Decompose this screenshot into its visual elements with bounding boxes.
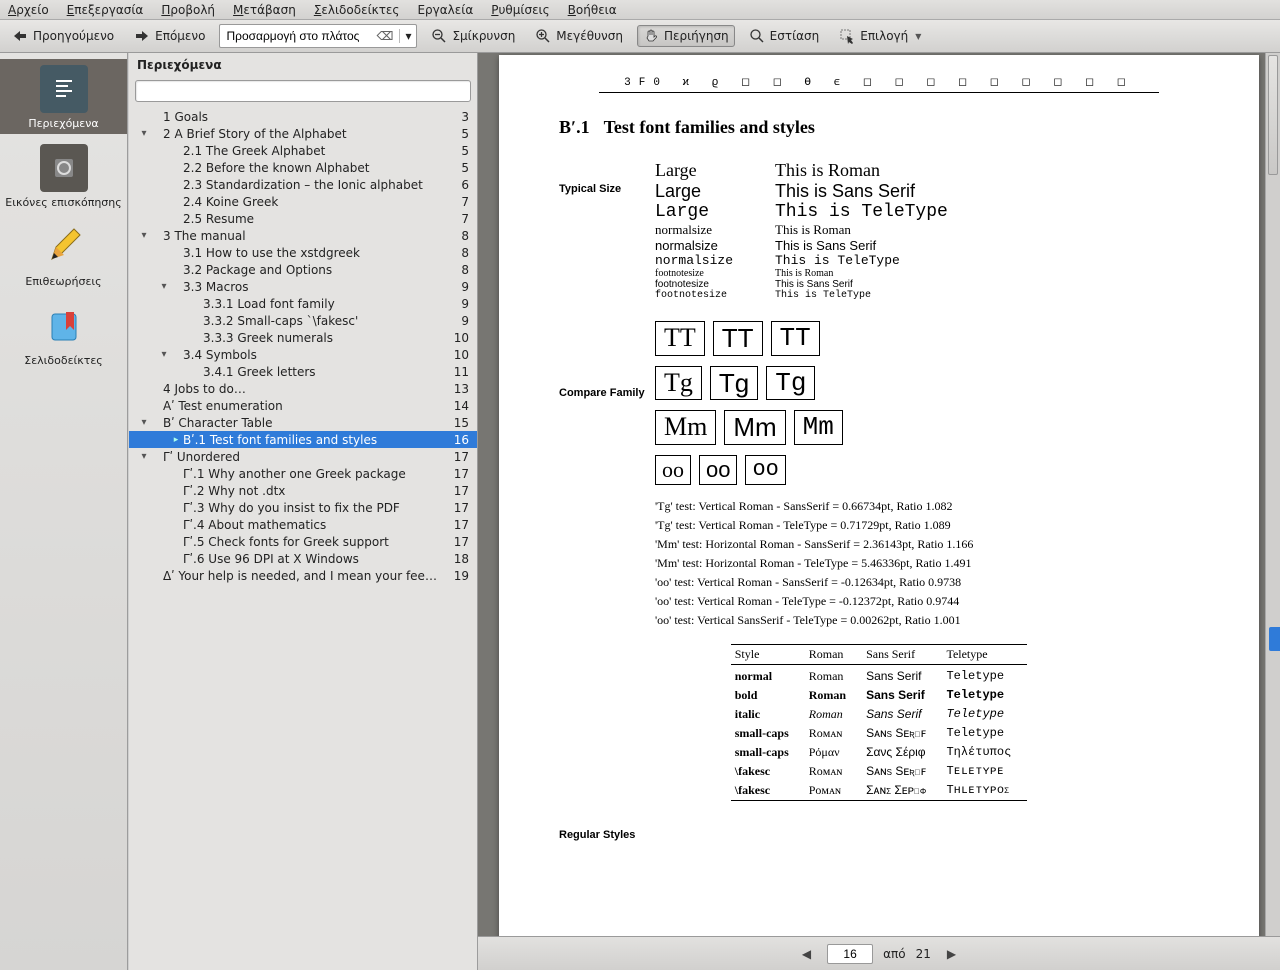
- nav-next-button[interactable]: Επόμενο: [128, 25, 211, 47]
- focus-mode-button[interactable]: Εστίαση: [743, 25, 826, 47]
- section-heading: Βʹ.1Test font families and styles: [559, 117, 1199, 138]
- hand-icon: [643, 28, 659, 44]
- toc-item[interactable]: Γʹ.1 Why another one Greek package17: [129, 465, 477, 482]
- tab-reviews[interactable]: Επιθεωρήσεις: [0, 217, 127, 292]
- toc-search-input[interactable]: [135, 80, 471, 102]
- tab-bookmarks[interactable]: Σελιδοδείκτες: [0, 296, 127, 371]
- document-viewer: 3F0 ϰ ϱ ◻ ◻ ϴ ϵ ◻ ◻ ◻ ◻ ◻ ◻ ◻ ◻ ◻ Βʹ.1Te…: [478, 53, 1280, 970]
- select-mode-button[interactable]: Επιλογή▼: [833, 25, 927, 47]
- zoom-out-icon: [431, 28, 447, 44]
- typical-size-label: Typical Size: [559, 183, 621, 195]
- page-canvas: 3F0 ϰ ϱ ◻ ◻ ϴ ϵ ◻ ◻ ◻ ◻ ◻ ◻ ◻ ◻ ◻ Βʹ.1Te…: [499, 55, 1259, 936]
- pencil-icon: [40, 223, 88, 271]
- menu-go[interactable]: Μετάβαση: [233, 3, 296, 16]
- arrow-right-icon: [134, 28, 150, 44]
- toc-item[interactable]: 4 Jobs to do…13: [129, 380, 477, 397]
- page-number-input[interactable]: [827, 944, 873, 964]
- toc-item[interactable]: ▸Βʹ.1 Test font families and styles16: [129, 431, 477, 448]
- contents-icon: [40, 65, 88, 113]
- clear-zoom-icon[interactable]: ⌫: [370, 29, 399, 43]
- select-icon: [839, 28, 855, 44]
- toc-item[interactable]: 2.3 Standardization – the Ionic alphabet…: [129, 176, 477, 193]
- page-next-button[interactable]: ▶: [941, 945, 962, 963]
- tab-thumbs[interactable]: Εικόνες επισκόπησης: [0, 138, 127, 213]
- toc-item[interactable]: 2.5 Resume7: [129, 210, 477, 227]
- toc-item[interactable]: ▾3.4 Symbols10: [129, 346, 477, 363]
- thumbs-icon: [40, 144, 88, 192]
- arrow-left-icon: [12, 28, 28, 44]
- toc-item[interactable]: Δʹ Your help is needed, and I mean your …: [129, 567, 477, 584]
- menu-settings[interactable]: Ρυθμίσεις: [491, 3, 549, 16]
- toc-item[interactable]: Γʹ.2 Why not .dtx17: [129, 482, 477, 499]
- zoom-dropdown-icon[interactable]: ▾: [399, 29, 416, 43]
- header-hex: 3F0 ϰ ϱ ◻ ◻ ϴ ϵ ◻ ◻ ◻ ◻ ◻ ◻ ◻ ◻ ◻: [599, 75, 1159, 93]
- toc-item[interactable]: 2.1 The Greek Alphabet5: [129, 142, 477, 159]
- test-results: 'Tg' test: Vertical Roman - SansSerif = …: [655, 499, 1199, 628]
- zoom-out-button[interactable]: Σμίκρυνση: [425, 25, 521, 47]
- toc-item[interactable]: Αʹ Test enumeration14: [129, 397, 477, 414]
- toc-item[interactable]: Γʹ.3 Why do you insist to fix the PDF17: [129, 499, 477, 516]
- page-navigator: ◀ από 21 ▶: [478, 936, 1280, 970]
- zoom-selector[interactable]: ⌫ ▾: [219, 24, 417, 48]
- nav-prev-button[interactable]: Προηγούμενο: [6, 25, 120, 47]
- menu-file[interactable]: Αρχείο: [8, 3, 49, 16]
- menu-edit[interactable]: Επεξεργασία: [67, 3, 144, 16]
- zoom-in-button[interactable]: Μεγέθυνση: [529, 25, 629, 47]
- magnify-icon: [749, 28, 765, 44]
- menu-view[interactable]: Προβολή: [161, 3, 215, 16]
- toc-item[interactable]: Γʹ.5 Check fonts for Greek support17: [129, 533, 477, 550]
- regular-styles-label: Regular Styles: [559, 829, 1199, 841]
- toc-item[interactable]: Γʹ.4 About mathematics17: [129, 516, 477, 533]
- page-prev-button[interactable]: ◀: [796, 945, 817, 963]
- toolbar: Προηγούμενο Επόμενο ⌫ ▾ Σμίκρυνση Μεγέθυ…: [0, 20, 1280, 53]
- toc-item[interactable]: 1 Goals3: [129, 108, 477, 125]
- toc-item[interactable]: ▾Βʹ Character Table15: [129, 414, 477, 431]
- toc-item[interactable]: ▾3.3 Macros9: [129, 278, 477, 295]
- toc-item[interactable]: 3.2 Package and Options8: [129, 261, 477, 278]
- toc-item[interactable]: 3.1 How to use the xstdgreek8: [129, 244, 477, 261]
- menu-tools[interactable]: Εργαλεία: [417, 3, 473, 16]
- dropdown-icon: ▼: [915, 32, 921, 41]
- page-total: 21: [916, 947, 931, 961]
- toc-item[interactable]: 3.4.1 Greek letters11: [129, 363, 477, 380]
- toc-item[interactable]: 2.2 Before the known Alphabet5: [129, 159, 477, 176]
- bookmark-icon: [40, 302, 88, 350]
- toc-item[interactable]: 3.3.2 Small-caps `\fakesc'9: [129, 312, 477, 329]
- toc-tree[interactable]: 1 Goals3▾2 A Brief Story of the Alphabet…: [129, 108, 477, 970]
- zoom-in-icon: [535, 28, 551, 44]
- toc-item[interactable]: 3.3.3 Greek numerals10: [129, 329, 477, 346]
- zoom-input[interactable]: [220, 27, 370, 45]
- browse-mode-button[interactable]: Περιήγηση: [637, 25, 735, 47]
- document-scroll[interactable]: 3F0 ϰ ϱ ◻ ◻ ϴ ϵ ◻ ◻ ◻ ◻ ◻ ◻ ◻ ◻ ◻ Βʹ.1Te…: [478, 53, 1280, 936]
- tab-contents[interactable]: Περιεχόμενα: [0, 59, 127, 134]
- toc-item[interactable]: Γʹ.6 Use 96 DPI at X Windows18: [129, 550, 477, 567]
- toc-item[interactable]: ▾Γʹ Unordered17: [129, 448, 477, 465]
- toc-item[interactable]: ▾3 The manual8: [129, 227, 477, 244]
- vertical-scrollbar[interactable]: [1265, 53, 1280, 936]
- toc-item[interactable]: 2.4 Koine Greek7: [129, 193, 477, 210]
- menubar: Αρχείο Επεξεργασία Προβολή Μετάβαση Σελι…: [0, 0, 1280, 20]
- menu-bookmarks[interactable]: Σελιδοδείκτες: [314, 3, 400, 16]
- panel-title: Περιεχόμενα: [129, 53, 477, 77]
- compare-family-label: Compare Family: [559, 387, 645, 399]
- toc-item[interactable]: ▾2 A Brief Story of the Alphabet5: [129, 125, 477, 142]
- menu-help[interactable]: Βοήθεια: [568, 3, 617, 16]
- page-of-label: από: [883, 947, 905, 961]
- side-panel-tabs: Περιεχόμενα Εικόνες επισκόπησης Επιθεωρή…: [0, 53, 128, 970]
- toc-item[interactable]: 3.3.1 Load font family9: [129, 295, 477, 312]
- contents-panel: Περιεχόμενα 1 Goals3▾2 A Brief Story of …: [128, 53, 478, 970]
- styles-table: StyleRomanSans SerifTeletypenormalRomanS…: [731, 644, 1028, 801]
